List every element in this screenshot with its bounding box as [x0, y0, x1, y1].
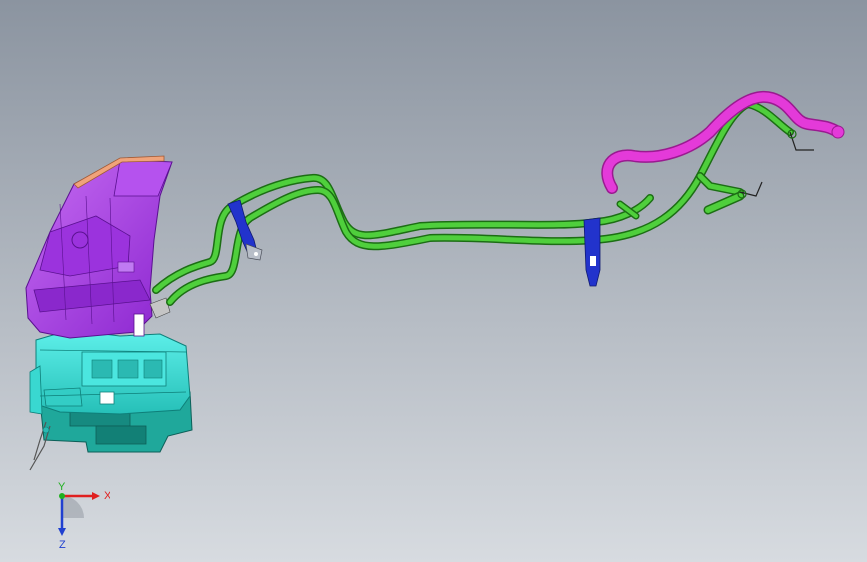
z-arrowhead-icon: [58, 528, 66, 536]
z-axis-label: Z: [59, 539, 66, 551]
y-axis-label: Y: [58, 482, 66, 493]
model-scene[interactable]: [0, 0, 867, 562]
x-arrowhead-icon: [92, 492, 100, 500]
axis-triad: X Y Z: [58, 482, 110, 551]
x-axis-label: X: [104, 490, 110, 502]
y-axis-dot: [59, 493, 65, 499]
triad-plane: [62, 496, 84, 518]
cad-viewport[interactable]: X Y Z: [0, 0, 867, 562]
